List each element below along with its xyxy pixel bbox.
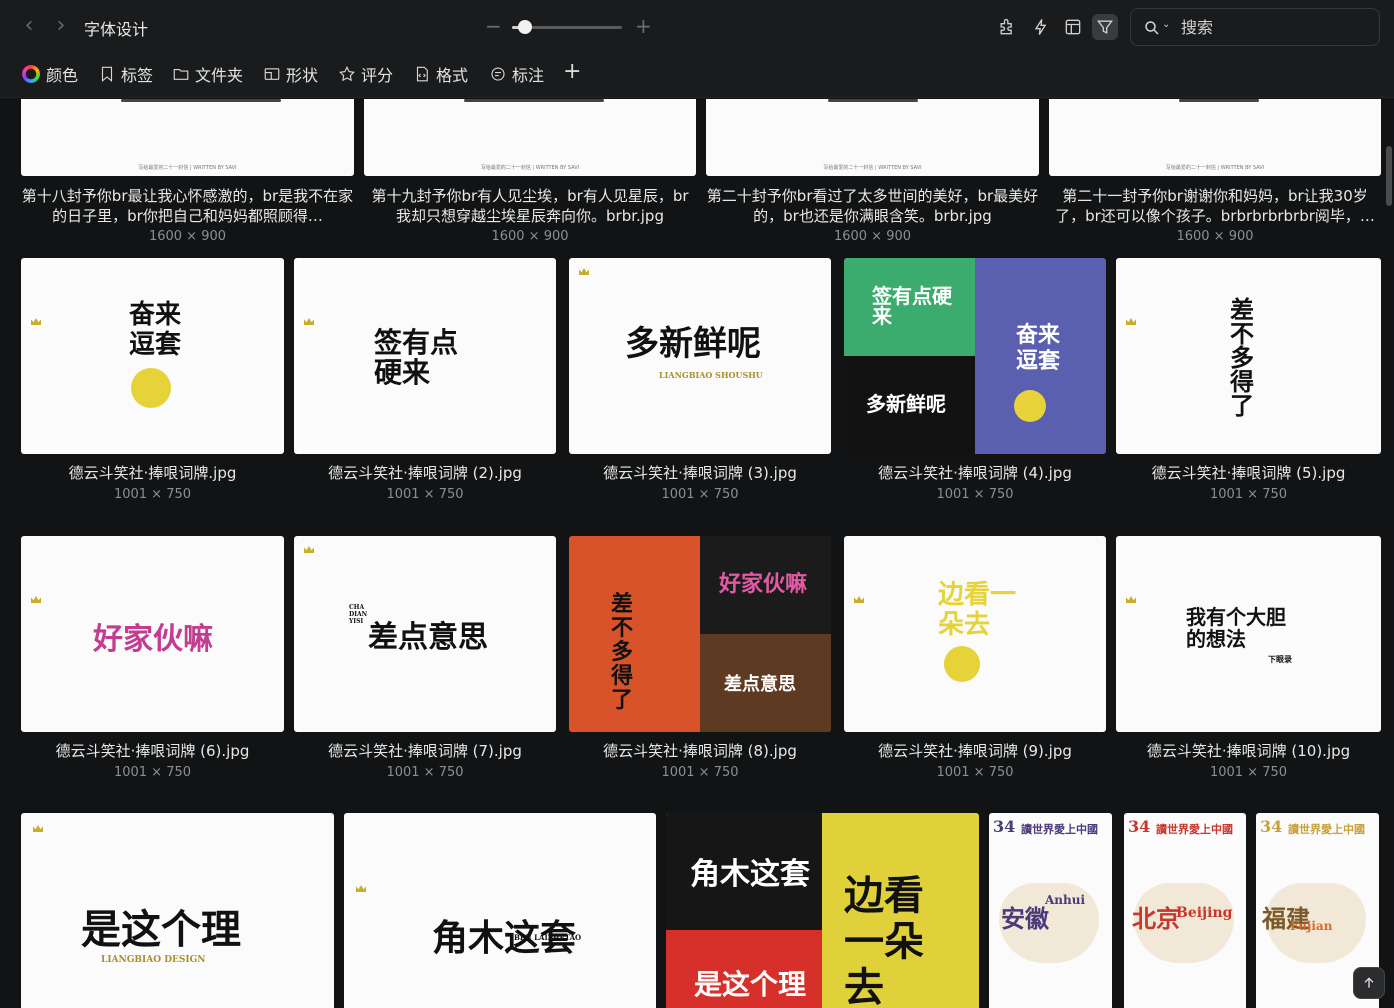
file-name: 德云斗笑社·捧哏词牌 (4).jpg: [878, 464, 1072, 482]
back-arrow-icon[interactable]: ‹: [18, 14, 40, 40]
filter-annotation-label: 标注: [512, 66, 545, 85]
filter-format[interactable]: 格式: [413, 62, 468, 86]
image-thumbnail[interactable]: 多新鲜呢 LIANGBIAO SHOUSHU: [569, 258, 831, 454]
file-name: 德云斗笑社·捧哏词牌 (8).jpg: [603, 742, 797, 760]
image-thumbnail[interactable]: 边看一朵去: [844, 536, 1106, 732]
image-thumbnail[interactable]: 写给最爱的二十一封信 | WRITTEN BY SAVI: [1049, 99, 1381, 176]
filter-rating-label: 评分: [361, 66, 394, 85]
file-name: 德云斗笑社·捧哏词牌.jpg: [68, 464, 237, 482]
image-thumbnail[interactable]: 差不多得了: [1116, 258, 1381, 454]
image-thumbnail[interactable]: 是这个理 LIANGBIAO DESIGN: [21, 813, 334, 1008]
image-thumbnail[interactable]: 奋来逗套: [21, 258, 284, 454]
file-name: 第二十一封予你br谢谢你和妈妈，br让我30岁了，br还可以像个孩子。brbrb…: [1055, 187, 1375, 225]
image-thumbnail[interactable]: 我有个大胆的想法 下眼录: [1116, 536, 1381, 732]
arrow-up-icon: [1364, 977, 1374, 988]
shape-icon: [264, 68, 280, 80]
search-box[interactable]: ⌄: [1130, 8, 1380, 46]
file-name: 德云斗笑社·捧哏词牌 (9).jpg: [878, 742, 1072, 760]
image-dimensions: 1001 × 750: [661, 765, 739, 780]
image-dimensions: 1001 × 750: [1209, 765, 1288, 780]
image-dimensions: 1600 × 900: [1176, 229, 1254, 244]
filter-rating[interactable]: 评分: [338, 62, 393, 86]
image-dimensions: 1001 × 750: [661, 487, 739, 502]
zoom-slider[interactable]: [512, 20, 622, 34]
bookmark-icon: [101, 66, 113, 82]
image-thumbnail[interactable]: 签有点硬来 多新鲜呢 奋来逗套: [844, 258, 1106, 454]
zoom-in-icon[interactable]: +: [635, 14, 652, 38]
filter-bar: 颜色 标签 文件夹 形状 评分 格式 标注 +: [0, 54, 1394, 98]
image-dimensions: 1001 × 750: [386, 765, 464, 780]
search-icon: [1145, 21, 1159, 35]
image-dimensions: 1600 × 900: [148, 229, 227, 244]
comment-icon: [491, 67, 505, 81]
back-to-top-button[interactable]: [1353, 967, 1385, 999]
image-thumbnail[interactable]: 角木这套 是这个理 边看一朵去: [666, 813, 979, 1008]
add-filter-icon[interactable]: +: [563, 59, 581, 84]
image-thumbnail[interactable]: 差不多得了 好家伙嘛 差点意思: [569, 536, 831, 732]
file-name: 德云斗笑社·捧哏词牌 (6).jpg: [55, 742, 250, 760]
image-thumbnail[interactable]: 好家伙嘛: [21, 536, 284, 732]
file-name: 德云斗笑社·捧哏词牌 (7).jpg: [328, 742, 522, 760]
filter-annotation[interactable]: 标注: [489, 62, 544, 86]
file-name: 第二十封予你br看过了太多世间的美好，br最美好的，br也还是你满眼含笑。brb…: [706, 187, 1039, 225]
image-thumbnail[interactable]: 角木这套 BEN LAIZHETAO: [344, 813, 656, 1008]
image-thumbnail[interactable]: 34 讀世界愛上中國 安徽 Anhui: [989, 813, 1112, 1008]
image-thumbnail[interactable]: CHA DIAN YISI 差点意思: [294, 536, 556, 732]
image-dimensions: 1001 × 750: [386, 487, 464, 502]
image-thumbnail[interactable]: 写给最爱的二十一封信 | WRITTEN BY SAVI: [21, 99, 354, 176]
layout-icon[interactable]: [1060, 14, 1086, 40]
image-dimensions: 1600 × 900: [491, 229, 569, 244]
file-name: 第十九封予你br有人见尘埃，br有人见星辰，br我却只想穿越尘埃星辰奔向你。br…: [371, 187, 689, 225]
color-wheel-icon: [22, 65, 40, 83]
image-dimensions: 1001 × 750: [113, 765, 192, 780]
image-thumbnail[interactable]: 签有点硬来: [294, 258, 556, 454]
filter-format-label: 格式: [436, 66, 469, 85]
zoom-out-icon[interactable]: −: [485, 14, 502, 38]
folder-icon: [173, 68, 189, 80]
filter-color-label: 颜色: [46, 66, 79, 85]
file-code-icon: [416, 66, 428, 82]
image-thumbnail[interactable]: 写给最爱的二十一封信 | WRITTEN BY SAVI: [706, 99, 1039, 176]
search-scope-chevron-icon[interactable]: ⌄: [1162, 19, 1170, 30]
image-thumbnail[interactable]: 34 讀世界愛上中國 北京 Beijing: [1124, 813, 1246, 1008]
star-icon: [339, 65, 355, 82]
title-bar: ‹ › 字体设计 − + ⌄: [0, 0, 1394, 54]
image-grid: 写给最爱的二十一封信 | WRITTEN BY SAVI 写给最爱的二十一封信 …: [0, 99, 1394, 1008]
zoom-slider-handle[interactable]: [518, 20, 532, 34]
filter-shape[interactable]: 形状: [263, 62, 318, 86]
lightning-icon[interactable]: [1028, 14, 1054, 40]
filter-shape-label: 形状: [286, 66, 319, 85]
image-dimensions: 1001 × 750: [936, 487, 1014, 502]
file-name: 德云斗笑社·捧哏词牌 (5).jpg: [1151, 464, 1346, 482]
filter-folder-label: 文件夹: [195, 66, 244, 85]
filter-tags-label: 标签: [121, 66, 154, 85]
file-name: 德云斗笑社·捧哏词牌 (3).jpg: [603, 464, 797, 482]
image-thumbnail[interactable]: 写给最爱的二十一封信 | WRITTEN BY SAVI: [364, 99, 696, 176]
image-dimensions: 1001 × 750: [1209, 487, 1288, 502]
forward-arrow-icon[interactable]: ›: [50, 14, 72, 40]
filter-color[interactable]: 颜色: [22, 62, 78, 86]
image-dimensions: 1600 × 900: [833, 229, 912, 244]
folder-title: 字体设计: [84, 20, 149, 39]
image-dimensions: 1001 × 750: [113, 487, 192, 502]
file-name: 第十八封予你br最让我心怀感激的，br是我不在家的日子里，br你把自己和妈妈都照…: [21, 187, 354, 225]
filter-tags[interactable]: 标签: [98, 62, 153, 86]
file-name: 德云斗笑社·捧哏词牌 (10).jpg: [1146, 742, 1351, 760]
image-dimensions: 1001 × 750: [936, 765, 1014, 780]
scrollbar-thumb[interactable]: [1386, 146, 1392, 206]
filter-folder[interactable]: 文件夹: [172, 62, 243, 86]
filter-icon[interactable]: [1092, 14, 1118, 40]
search-input[interactable]: [1181, 16, 1361, 38]
file-name: 德云斗笑社·捧哏词牌 (2).jpg: [328, 464, 522, 482]
plugin-icon[interactable]: [994, 14, 1020, 40]
